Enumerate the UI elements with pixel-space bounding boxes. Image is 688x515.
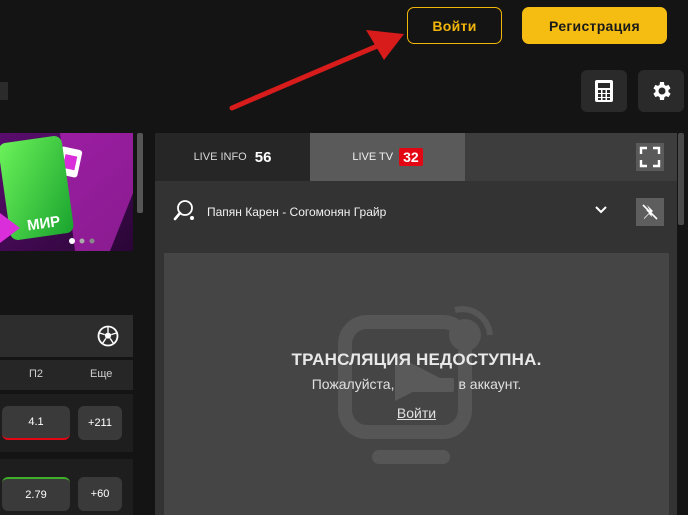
table-tennis-icon — [173, 200, 194, 221]
odds-row: 4.1 +211 — [0, 394, 133, 452]
page-scrollbar[interactable] — [678, 133, 684, 225]
settings-button[interactable] — [638, 70, 684, 112]
more-markets-button[interactable]: +60 — [78, 477, 122, 511]
stream-login-link[interactable]: Войти — [164, 405, 669, 421]
tab-live-tv-count: 32 — [399, 148, 423, 166]
fullscreen-button[interactable] — [636, 143, 664, 171]
promo-scrollbar[interactable] — [137, 133, 143, 213]
promo-banner[interactable]: МИР — [0, 133, 133, 251]
fullscreen-icon — [639, 146, 661, 168]
message-text-after: в аккаунт. — [458, 376, 522, 392]
tab-live-tv[interactable]: LIVE TV 32 — [310, 133, 465, 181]
register-button[interactable]: Регистрация — [522, 7, 667, 44]
football-icon — [97, 325, 119, 347]
sport-header — [0, 315, 133, 357]
gear-icon — [653, 82, 671, 100]
nav-strip — [0, 82, 8, 100]
message-obscured — [398, 378, 455, 393]
match-title: Папян Карен - Согомонян Грайр — [207, 205, 387, 219]
calculator-icon — [595, 80, 613, 102]
stream-unavailable-message: Пожалуйста, в аккаунт. — [164, 376, 669, 393]
message-text-before: Пожалуйста, — [311, 376, 395, 392]
stream-unavailable-title: ТРАНСЛЯЦИЯ НЕДОСТУПНА. — [291, 350, 542, 369]
odds-row: 2.79 +60 — [0, 459, 133, 515]
odds-column-header: П2 Еще — [0, 360, 133, 390]
chevron-down-icon[interactable] — [594, 205, 608, 215]
unpin-icon — [642, 204, 658, 220]
promo-banner-art: МИР — [0, 133, 133, 251]
tab-live-info-count: 56 — [254, 148, 272, 166]
calculator-button[interactable] — [581, 70, 627, 112]
tab-live-info-label: LIVE INFO — [193, 151, 247, 163]
odd-p2-cell[interactable]: 4.1 — [2, 406, 70, 440]
login-button[interactable]: Войти — [407, 7, 502, 44]
column-p2: П2 — [29, 368, 44, 380]
tab-live-tv-label: LIVE TV — [352, 151, 394, 163]
more-markets-button[interactable]: +211 — [78, 406, 122, 440]
odd-p2-cell[interactable]: 2.79 — [2, 477, 70, 511]
pin-button[interactable] — [636, 198, 664, 226]
column-more: Еще — [90, 368, 113, 380]
tab-live-info[interactable]: LIVE INFO 56 — [155, 133, 310, 181]
